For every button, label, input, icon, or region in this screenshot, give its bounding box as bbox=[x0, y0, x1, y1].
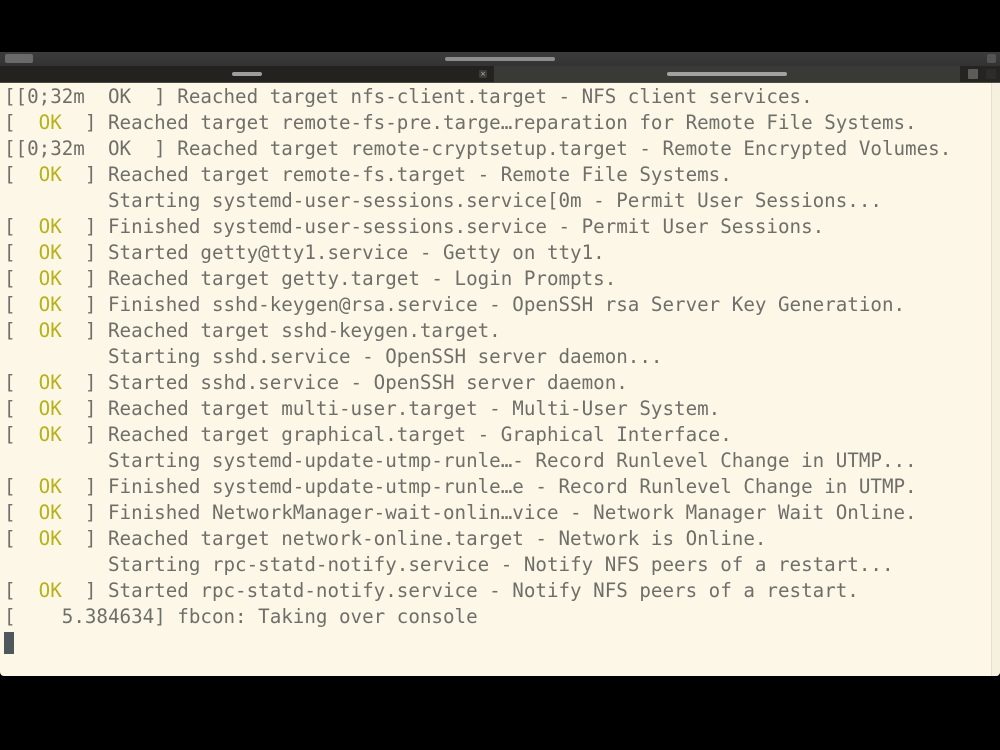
ok-status: OK bbox=[38, 579, 62, 602]
line-prefix: [ bbox=[4, 111, 39, 134]
terminal-line: [ OK ] Finished NetworkManager-wait-onli… bbox=[4, 500, 917, 526]
line-prefix bbox=[4, 345, 108, 368]
line-text: Reached target remote-cryptsetup.target … bbox=[177, 137, 952, 160]
ok-status: OK bbox=[38, 527, 62, 550]
line-text: ] Started getty@tty1.service - Getty on … bbox=[61, 241, 605, 264]
terminal-line: [ OK ] Started getty@tty1.service - Gett… bbox=[4, 240, 605, 266]
line-prefix: [ bbox=[4, 527, 39, 550]
line-prefix: [ bbox=[4, 241, 39, 264]
line-text: Starting systemd-update-utmp-runle…- Rec… bbox=[107, 449, 917, 472]
line-text: ] Reached target network-online.target -… bbox=[61, 527, 767, 550]
line-text: Starting systemd-user-sessions.service[0… bbox=[107, 189, 882, 212]
terminal-line: [ OK ] Started sshd.service - OpenSSH se… bbox=[4, 370, 628, 396]
tab-1[interactable]: × bbox=[0, 66, 493, 82]
line-prefix: [ bbox=[4, 215, 39, 238]
line-text: ] Reached target remote-fs.target - Remo… bbox=[61, 163, 732, 186]
terminal-line: [ OK ] Reached target network-online.tar… bbox=[4, 526, 766, 552]
terminal-scrollbar[interactable] bbox=[991, 83, 1000, 676]
line-prefix: [ bbox=[4, 293, 39, 316]
line-text: ] Finished systemd-update-utmp-runle…e -… bbox=[61, 475, 917, 498]
terminal-line: [ OK ] Reached target sshd-keygen.target… bbox=[4, 318, 501, 344]
ok-status: OK bbox=[38, 241, 62, 264]
line-prefix: [[0;32m OK ] bbox=[4, 85, 178, 108]
terminal-window: × [[0;32m OK ] Reached target nfs-client… bbox=[0, 52, 1000, 676]
line-text: Reached target nfs-client.target - NFS c… bbox=[177, 85, 813, 108]
line-text: Starting sshd.service - OpenSSH server d… bbox=[107, 345, 663, 368]
ok-status: OK bbox=[38, 267, 62, 290]
line-prefix: [ bbox=[4, 397, 39, 420]
window-title bbox=[0, 53, 1000, 63]
line-prefix: [ bbox=[4, 475, 39, 498]
ok-status: OK bbox=[38, 371, 62, 394]
line-text: ] Started rpc-statd-notify.service - Not… bbox=[61, 579, 859, 602]
line-text: Starting rpc-statd-notify.service - Noti… bbox=[107, 553, 894, 576]
line-text: ] Reached target getty.target - Login Pr… bbox=[61, 267, 617, 290]
line-text: ] Finished sshd-keygen@rsa.service - Ope… bbox=[61, 293, 906, 316]
window-close-button[interactable] bbox=[987, 54, 996, 63]
terminal-line: [ OK ] Reached target getty.target - Log… bbox=[4, 266, 616, 292]
window-title-text bbox=[445, 57, 555, 61]
line-prefix: [ bbox=[4, 579, 39, 602]
ok-status: OK bbox=[38, 501, 62, 524]
ok-status: OK bbox=[38, 163, 62, 186]
line-prefix: [[0;32m OK ] bbox=[4, 137, 178, 160]
terminal-line: [ OK ] Started rpc-statd-notify.service … bbox=[4, 578, 859, 604]
terminal-output[interactable]: [[0;32m OK ] Reached target nfs-client.t… bbox=[0, 83, 992, 676]
terminal-line: Starting systemd-update-utmp-runle…- Rec… bbox=[4, 448, 917, 474]
terminal-line: [ OK ] Reached target remote-fs-pre.targ… bbox=[4, 110, 917, 136]
line-prefix: [ bbox=[4, 501, 39, 524]
line-text: ] Reached target graphical.target - Grap… bbox=[61, 423, 732, 446]
ok-status: OK bbox=[38, 111, 62, 134]
ok-status: OK bbox=[38, 215, 62, 238]
line-text: 5.384634] fbcon: Taking over console bbox=[61, 605, 478, 628]
terminal-line: [ OK ] Finished systemd-user-sessions.se… bbox=[4, 214, 824, 240]
line-prefix: [ bbox=[4, 267, 39, 290]
line-text: ] Reached target sshd-keygen.target. bbox=[61, 319, 501, 342]
line-text: ] Started sshd.service - OpenSSH server … bbox=[61, 371, 628, 394]
tab-2-label bbox=[667, 72, 787, 76]
terminal-line: [ OK ] Finished systemd-update-utmp-runl… bbox=[4, 474, 917, 500]
screen: × [[0;32m OK ] Reached target nfs-client… bbox=[0, 0, 1000, 750]
terminal-line: Starting sshd.service - OpenSSH server d… bbox=[4, 344, 663, 370]
title-bar[interactable] bbox=[0, 52, 1000, 67]
ok-status: OK bbox=[38, 293, 62, 316]
line-prefix bbox=[4, 553, 108, 576]
line-prefix: [ bbox=[4, 605, 62, 628]
line-text: ] Finished systemd-user-sessions.service… bbox=[61, 215, 825, 238]
ok-status: OK bbox=[38, 475, 62, 498]
terminal-line: [ OK ] Reached target multi-user.target … bbox=[4, 396, 720, 422]
terminal-line: Starting systemd-user-sessions.service[0… bbox=[4, 188, 882, 214]
ok-status: OK bbox=[38, 423, 62, 446]
line-text: ] Reached target multi-user.target - Mul… bbox=[61, 397, 721, 420]
line-prefix: [ bbox=[4, 319, 39, 342]
tab-2[interactable] bbox=[494, 66, 960, 82]
terminal-line: [[0;32m OK ] Reached target remote-crypt… bbox=[4, 136, 951, 162]
terminal-line: [[0;32m OK ] Reached target nfs-client.t… bbox=[4, 84, 813, 110]
line-prefix: [ bbox=[4, 423, 39, 446]
tab-bar: × bbox=[0, 66, 1000, 83]
terminal-line: [ OK ] Finished sshd-keygen@rsa.service … bbox=[4, 292, 905, 318]
terminal-cursor bbox=[4, 632, 14, 654]
line-prefix: [ bbox=[4, 371, 39, 394]
line-prefix: [ bbox=[4, 163, 39, 186]
terminal-line: Starting rpc-statd-notify.service - Noti… bbox=[4, 552, 894, 578]
terminal-line: [ OK ] Reached target remote-fs.target -… bbox=[4, 162, 732, 188]
ok-status: OK bbox=[38, 319, 62, 342]
terminal-line: [ OK ] Reached target graphical.target -… bbox=[4, 422, 732, 448]
tab-1-close-icon[interactable]: × bbox=[479, 70, 487, 78]
ok-status: OK bbox=[38, 397, 62, 420]
tab-1-label bbox=[231, 72, 262, 76]
line-prefix bbox=[4, 189, 108, 212]
line-prefix bbox=[4, 449, 108, 472]
line-text: ] Reached target remote-fs-pre.targe…rep… bbox=[61, 111, 917, 134]
new-tab-button[interactable] bbox=[968, 69, 978, 79]
tab-menu-button[interactable] bbox=[986, 69, 996, 79]
terminal-line: [ 5.384634] fbcon: Taking over console bbox=[4, 604, 478, 630]
line-text: ] Finished NetworkManager-wait-onlin…vic… bbox=[61, 501, 917, 524]
